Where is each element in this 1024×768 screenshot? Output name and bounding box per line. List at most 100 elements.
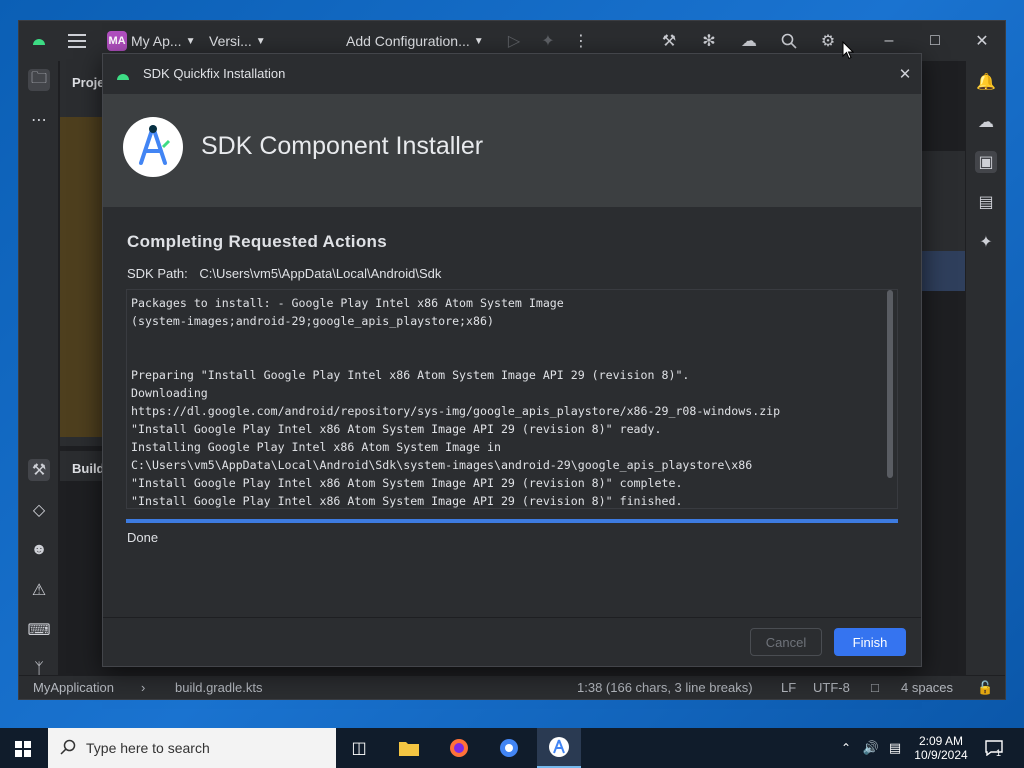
search-icon[interactable] [779,31,799,51]
gem-icon[interactable]: ◇ [28,499,50,521]
file-explorer-icon[interactable] [398,737,420,759]
chevron-down-icon: ▼ [473,35,484,47]
log-line: "Install Google Play Intel x86 Atom Syst… [131,494,683,508]
log-line: C:\Users\vm5\AppData\Local\Android\Sdk\s… [131,458,753,472]
build-tool-icon[interactable]: ⚒ [28,459,50,481]
logcat-icon[interactable]: ☻ [28,539,50,561]
dialog-header-title: SDK Component Installer [201,132,484,160]
log-line: Preparing "Install Google Play Intel x86… [131,368,690,382]
chrome-icon[interactable] [498,737,520,759]
more-horizontal-icon[interactable]: ⋯ [28,109,50,131]
search-icon [60,739,76,758]
caret-position[interactable]: 1:38 (166 chars, 3 line breaks) [577,680,753,695]
clock-time: 2:09 AM [918,734,964,748]
project-badge: MA [107,31,127,51]
more-vertical-icon[interactable]: ⋮ [571,31,591,51]
folder-icon[interactable]: 🗀 [28,69,50,91]
run-icon[interactable]: ▷ [504,31,524,51]
notification-center-icon[interactable] [982,736,1006,760]
sdk-path-label: SDK Path: [127,266,188,281]
status-bar: MyApplication › build.gradle.kts 1:38 (1… [19,675,1005,699]
lock-icon[interactable]: 🔓 [977,680,993,696]
log-scrollbar[interactable] [887,290,893,478]
minimize-icon[interactable]: – [879,31,899,51]
chevron-down-icon: ▼ [255,35,266,47]
version-label: Versi... [209,33,252,49]
windows-taskbar: Type here to search ◫ ⌃ 🔊 ▤ 2:09 AM 10/9… [0,728,1024,768]
breadcrumb-project[interactable]: MyApplication [33,680,114,695]
project-panel-label: Proje [72,75,105,90]
sdk-path: SDK Path: C:\Users\vm5\AppData\Local\And… [127,266,441,281]
terminal-icon[interactable]: ⌨ [27,619,50,641]
android-logo-icon [29,31,49,51]
taskbar-search[interactable]: Type here to search [48,728,336,768]
debug-icon[interactable]: ✦ [538,31,558,51]
task-view-icon[interactable]: ◫ [348,737,370,759]
device-manager-icon[interactable]: ☁ [975,111,997,133]
close-icon[interactable]: ✕ [895,64,915,84]
search-placeholder: Type here to search [86,740,210,756]
install-log-text: Packages to install: - Google Play Intel… [131,294,883,508]
log-line: https://dl.google.com/android/repository… [131,404,781,418]
mouse-cursor-icon [842,41,854,60]
line-separator[interactable]: LF [781,680,796,695]
log-line: "Install Google Play Intel x86 Atom Syst… [131,422,662,436]
file-encoding[interactable]: UTF-8 [813,680,850,695]
read-only-icon[interactable]: □ [871,680,879,695]
log-line: "Install Google Play Intel x86 Atom Syst… [131,476,683,490]
log-line: Installing Google Play Intel x86 Atom Sy… [131,440,501,454]
log-line: (system-images;android-29;google_apis_pl… [131,314,494,328]
device-explorer-icon[interactable]: ▤ [975,191,997,213]
run-panel-selected-row [922,251,966,291]
log-line: Packages to install: - Google Play Intel… [131,296,564,310]
notification-count: 1 [996,748,1002,758]
progress-bar [126,519,898,523]
chevron-up-icon[interactable]: ⌃ [838,738,854,758]
android-studio-taskbar-icon[interactable] [537,728,581,768]
left-tool-strip: 🗀 ⋯ ⚒ ◇ ☻ ⚠ ⌨ ᛉ [19,61,59,678]
project-tree-highlight [60,117,104,437]
indent-setting[interactable]: 4 spaces [901,680,953,695]
sdk-quickfix-dialog: SDK Quickfix Installation ✕ SDK Componen… [102,53,922,667]
build-panel-header: Build [60,451,105,481]
status-text: Done [127,530,159,545]
windows-start-icon[interactable] [12,738,34,760]
chevron-right-icon: › [141,680,146,695]
volume-icon[interactable]: 🔊 [862,738,880,758]
project-name: My Ap... [131,33,182,49]
clock[interactable]: 2:09 AM 10/9/2024 [910,728,972,768]
dialog-footer-divider [103,617,921,618]
dialog-title: SDK Quickfix Installation [143,66,286,81]
running-devices-icon[interactable]: ▣ [975,151,997,173]
build-hammer-icon[interactable]: ⚒ [659,31,679,51]
right-tool-strip: 🔔 ☁ ▣ ▤ ✦ [965,61,1005,675]
device-manager-icon[interactable]: ☁ [739,31,759,51]
maximize-icon[interactable]: □ [925,31,945,51]
android-logo-icon [117,68,129,83]
chevron-down-icon: ▼ [185,35,196,47]
main-menu-icon[interactable] [65,29,89,53]
notifications-icon[interactable]: 🔔 [975,71,997,93]
gear-icon[interactable]: ⚙ [818,31,838,51]
build-panel-label: Build [72,461,105,476]
bug-icon[interactable]: ✻ [699,31,719,51]
firefox-icon[interactable] [448,737,470,759]
breadcrumb-file[interactable]: build.gradle.kts [175,680,262,695]
cancel-button[interactable]: Cancel [750,628,822,656]
run-config-label: Add Configuration... [346,33,470,49]
network-icon[interactable]: ▤ [886,738,904,758]
finish-button[interactable]: Finish [834,628,906,656]
log-line: Downloading [131,386,208,400]
close-window-icon[interactable]: ✕ [972,31,992,51]
install-log[interactable]: Packages to install: - Google Play Intel… [126,289,898,509]
problems-icon[interactable]: ⚠ [28,579,50,601]
gemini-sparkle-icon[interactable]: ✦ [975,231,997,253]
dialog-header: SDK Component Installer [103,94,921,207]
section-title: Completing Requested Actions [127,232,387,251]
android-studio-logo-icon [123,117,183,177]
clock-date: 10/9/2024 [914,748,968,762]
sdk-path-value: C:\Users\vm5\AppData\Local\Android\Sdk [199,266,442,281]
dialog-title-bar: SDK Quickfix Installation ✕ [103,54,921,94]
